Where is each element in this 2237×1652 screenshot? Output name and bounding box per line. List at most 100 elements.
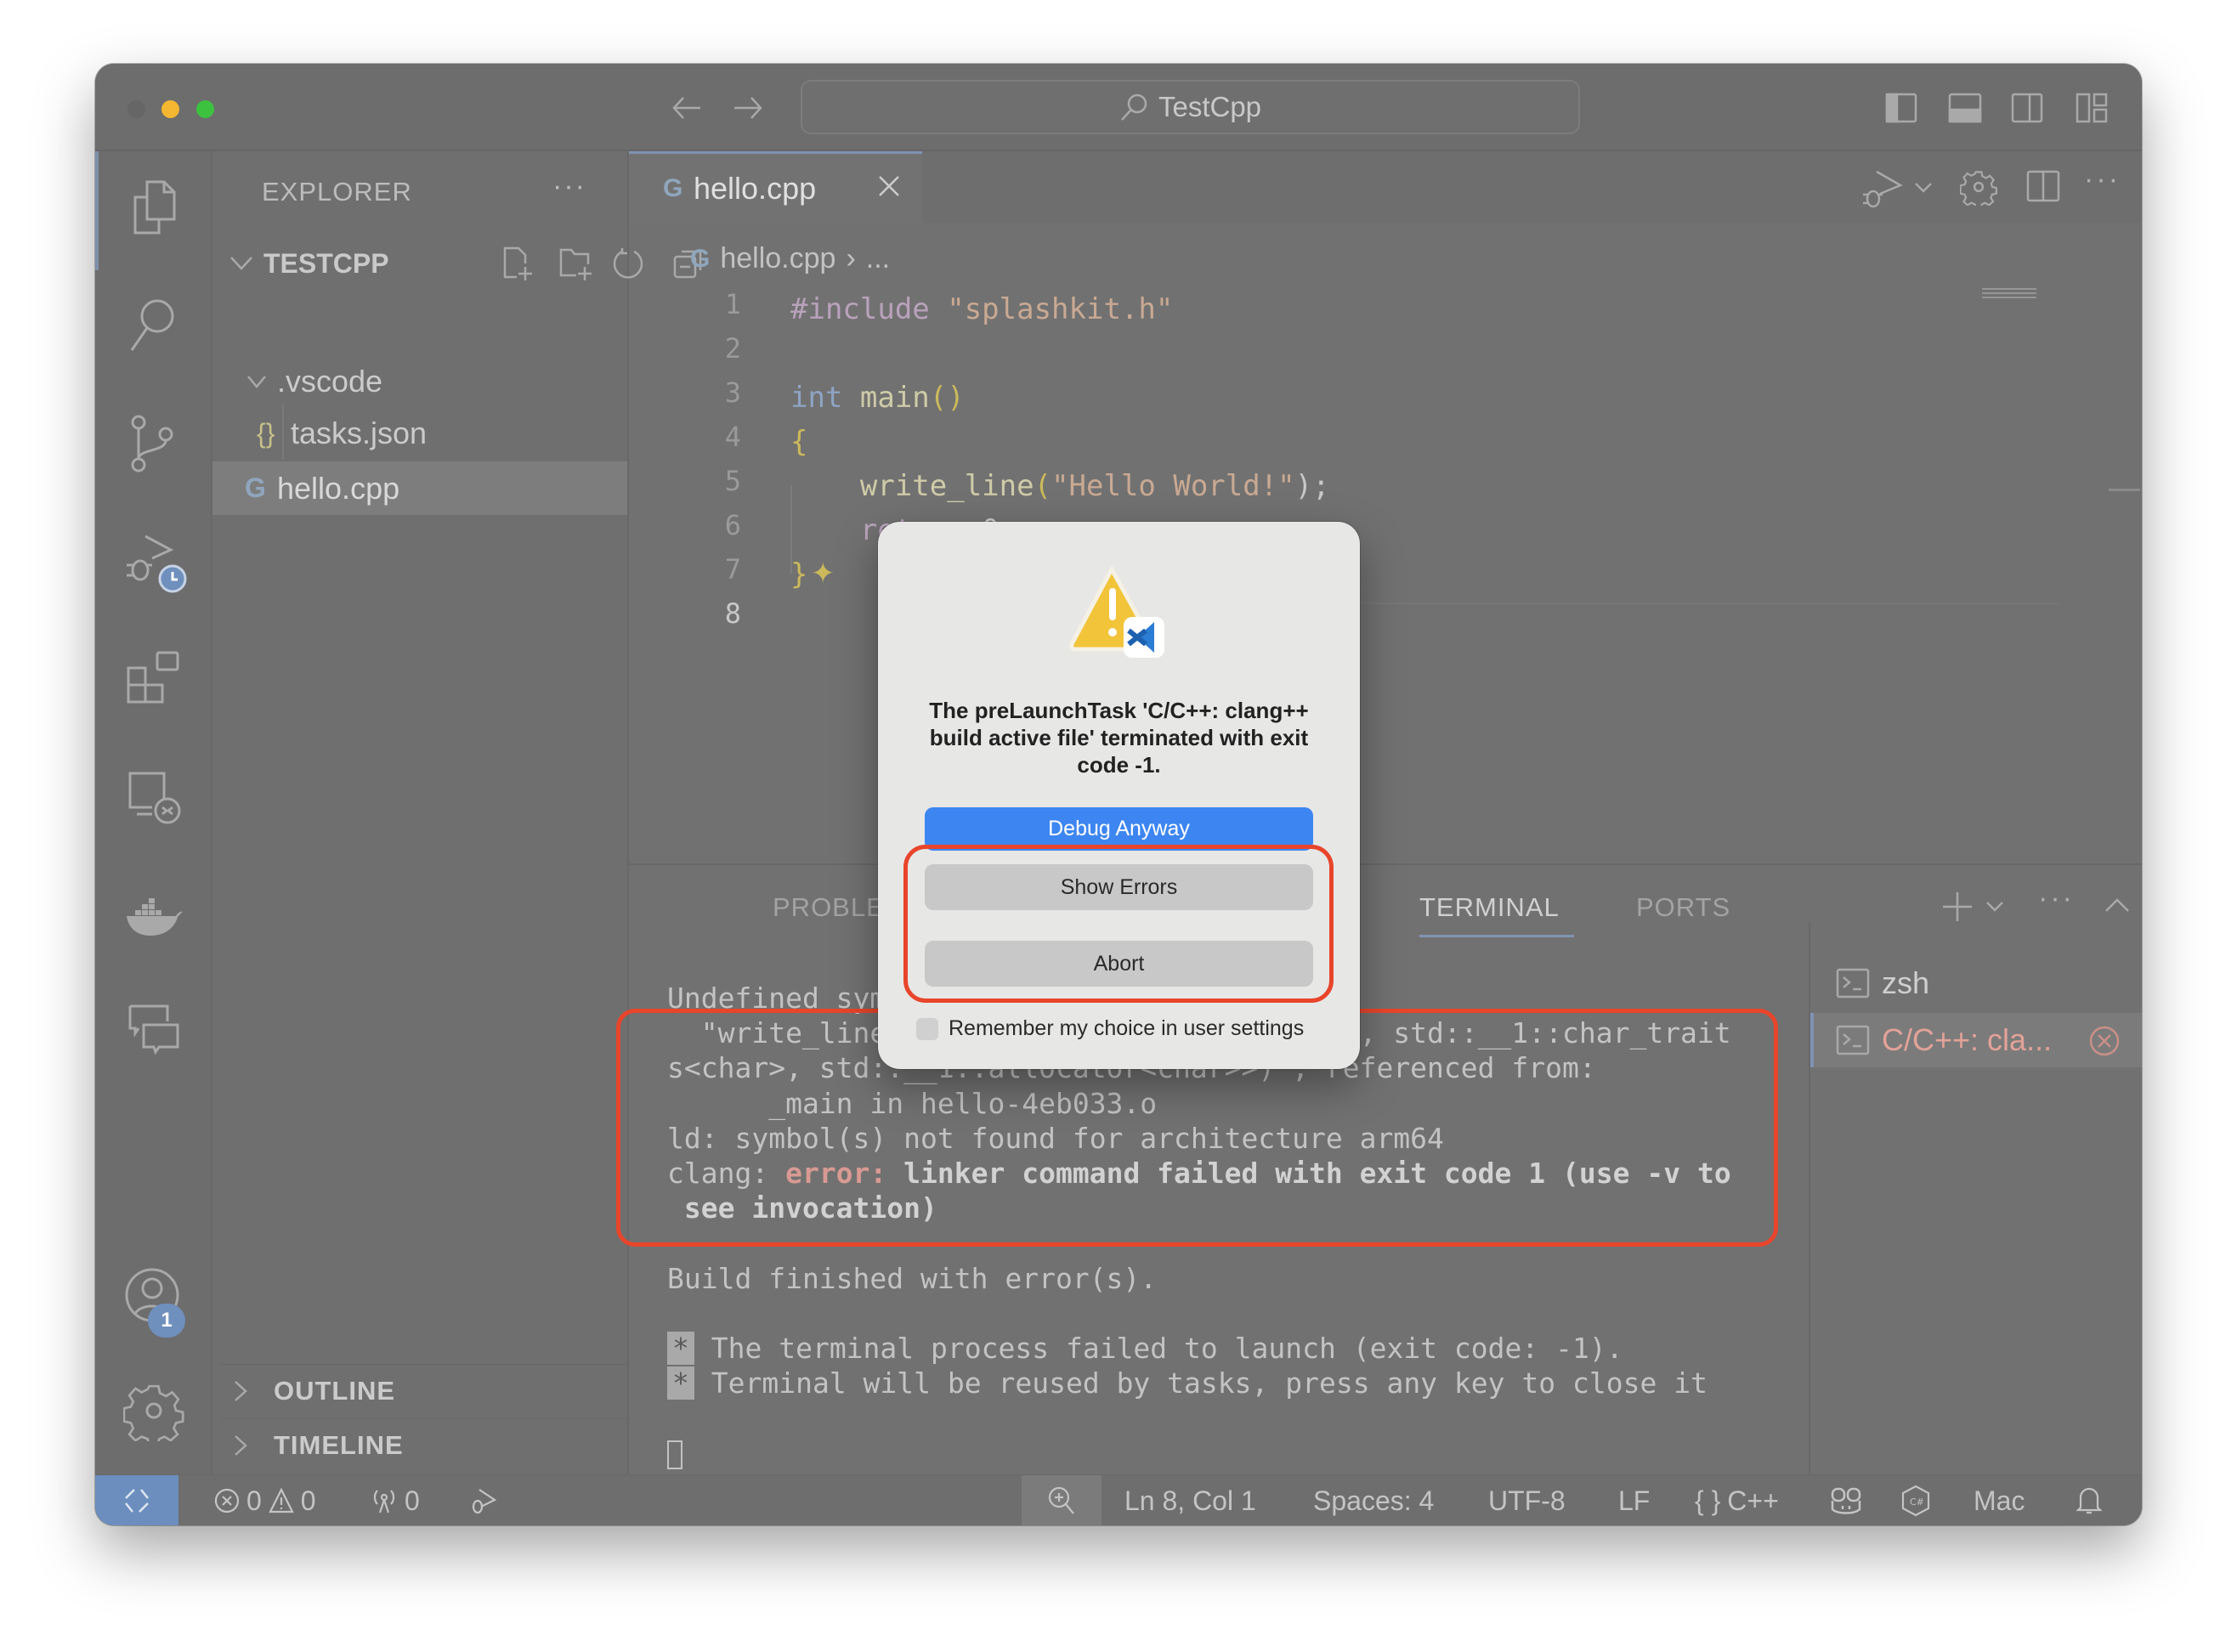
platform[interactable]: Mac	[1974, 1475, 2025, 1525]
split-editor-icon[interactable]	[2026, 170, 2060, 202]
window-title: TestCpp	[1158, 91, 1262, 122]
section-outline[interactable]: OUTLINE	[212, 1369, 627, 1413]
remember-choice-option[interactable]: Remember my choice in user settings	[916, 1016, 1304, 1041]
breadcrumb-symbol[interactable]: ...	[866, 242, 890, 275]
chevron-down-icon	[229, 255, 263, 272]
minimap[interactable]	[1982, 288, 2036, 300]
maximize-panel-icon[interactable]	[2104, 897, 2130, 913]
toggle-panel-icon[interactable]	[1948, 93, 1982, 123]
cursor-position[interactable]: Ln 8, Col 1	[1124, 1475, 1256, 1525]
tree-item-label: .vscode	[277, 364, 383, 399]
docker-icon[interactable]	[123, 884, 184, 945]
line-number: 3	[724, 376, 741, 409]
broadcast-icon	[373, 1490, 395, 1513]
folder-header-testcpp[interactable]: TESTCPP	[212, 243, 643, 284]
tab-terminal[interactable]: TERMINAL	[1419, 892, 1560, 923]
error-icon	[214, 1488, 240, 1513]
csharp-icon[interactable]: C#	[1900, 1475, 1931, 1525]
back-arrow-icon[interactable]	[671, 94, 702, 122]
notifications-bell-icon[interactable]	[2076, 1475, 2103, 1525]
line-number: 7	[724, 553, 741, 586]
toggle-primary-sidebar-icon[interactable]	[1885, 93, 1917, 123]
zoom-in-icon	[1048, 1486, 1074, 1514]
run-debug-icon[interactable]	[1861, 168, 1904, 211]
line-number: 2	[724, 332, 741, 365]
forward-arrow-icon[interactable]	[733, 94, 763, 122]
token-function: main	[842, 381, 930, 415]
terminal-item-build[interactable]: C/C++: cla...	[1810, 1013, 2142, 1067]
ports-count: 0	[405, 1485, 420, 1516]
new-folder-icon[interactable]	[558, 245, 595, 282]
remote-explorer-icon[interactable]	[123, 767, 184, 828]
tab-hello-cpp[interactable]: G hello.cpp	[629, 151, 922, 223]
terminal-label: zsh	[1882, 965, 1930, 1000]
problems-indicator[interactable]: 0 0	[214, 1475, 316, 1525]
search-icon	[1119, 93, 1148, 122]
token-string: "splashkit.h"	[929, 292, 1174, 326]
settings-gear-icon[interactable]	[123, 1380, 184, 1441]
terminal-item-zsh[interactable]: zsh	[1810, 958, 2142, 1009]
token-bracket: (	[1034, 469, 1052, 503]
new-terminal-icon[interactable]	[1941, 891, 1974, 923]
more-actions-button[interactable]: ···	[552, 170, 586, 203]
token-keyword: int	[790, 381, 843, 415]
end-of-line[interactable]: LF	[1618, 1475, 1650, 1525]
tab-ports[interactable]: PORTS	[1636, 892, 1730, 923]
zoom-window-button[interactable]	[196, 100, 214, 118]
tree-item-vscode-folder[interactable]: .vscode	[212, 360, 627, 403]
explorer-sidebar: EXPLORER ··· TESTCPP .vscode {} tasks.js…	[212, 151, 702, 1474]
explorer-icon[interactable]	[123, 177, 184, 238]
indentation[interactable]: Spaces: 4	[1313, 1475, 1434, 1525]
minimize-window-button[interactable]	[161, 100, 179, 118]
zoom-indicator[interactable]	[1022, 1475, 1102, 1525]
section-timeline[interactable]: TIMELINE	[212, 1423, 627, 1468]
tree-item-tasks-json[interactable]: {} tasks.json	[212, 411, 627, 455]
language-mode[interactable]: { } C++	[1695, 1475, 1779, 1525]
line-number: 5	[724, 465, 741, 497]
encoding[interactable]: UTF-8	[1488, 1475, 1566, 1525]
breadcrumb: G hello.cpp › ...	[690, 242, 890, 275]
debug-launch-icon[interactable]	[469, 1475, 498, 1525]
panel-more-actions-button[interactable]: ···	[2038, 882, 2075, 915]
extensions-icon[interactable]	[123, 648, 184, 709]
code-line: #include "splashkit.h"	[790, 287, 1173, 331]
new-file-icon[interactable]	[501, 245, 535, 282]
breadcrumb-separator: ›	[846, 242, 856, 274]
annotation-highlight-buttons	[903, 845, 1334, 1003]
remember-choice-checkbox[interactable]	[916, 1017, 938, 1040]
copilot-icon[interactable]	[1829, 1475, 1863, 1525]
token-punctuation: );	[1294, 469, 1330, 503]
ports-indicator[interactable]: 0	[371, 1475, 420, 1525]
chevron-down-icon[interactable]	[1914, 182, 1933, 194]
chat-icon[interactable]	[123, 998, 184, 1059]
command-center-search[interactable]: TestCpp	[801, 80, 1580, 134]
error-circle-icon[interactable]	[2087, 1025, 2121, 1057]
editor-more-actions-button[interactable]: ···	[2084, 163, 2121, 196]
sparkle-icon[interactable]: ✦	[811, 557, 835, 591]
refresh-icon[interactable]	[612, 245, 646, 282]
tree-item-hello-cpp[interactable]: G hello.cpp	[212, 461, 627, 515]
svg-text:C#: C#	[1910, 1496, 1924, 1508]
remote-indicator-button[interactable]	[95, 1475, 178, 1525]
chevron-right-icon	[233, 1380, 274, 1402]
sidebar-title: EXPLORER	[262, 177, 412, 206]
token-bracket: {	[790, 425, 808, 459]
toggle-secondary-sidebar-icon[interactable]	[2011, 93, 2043, 123]
remember-choice-label: Remember my choice in user settings	[949, 1016, 1305, 1040]
token-string: "Hello World!"	[1051, 469, 1295, 503]
terminal-icon	[1836, 968, 1870, 999]
breadcrumb-file[interactable]: hello.cpp	[720, 242, 835, 275]
token-bracket: ()	[929, 381, 965, 415]
chevron-down-icon[interactable]	[1985, 901, 2004, 913]
active-indicator	[95, 151, 99, 270]
customize-layout-icon[interactable]	[2076, 93, 2108, 123]
source-control-icon[interactable]	[123, 412, 184, 473]
terminal-line: Build finished with error(s).	[667, 1261, 1158, 1295]
notice-marker: *	[667, 1332, 694, 1366]
run-and-debug-icon[interactable]	[123, 531, 187, 593]
settings-gear-icon[interactable]	[1960, 168, 1997, 206]
overview-ruler-cursor	[2109, 489, 2140, 491]
search-icon[interactable]	[123, 294, 184, 355]
close-window-button[interactable]	[127, 100, 145, 118]
close-tab-icon[interactable]	[877, 174, 901, 198]
